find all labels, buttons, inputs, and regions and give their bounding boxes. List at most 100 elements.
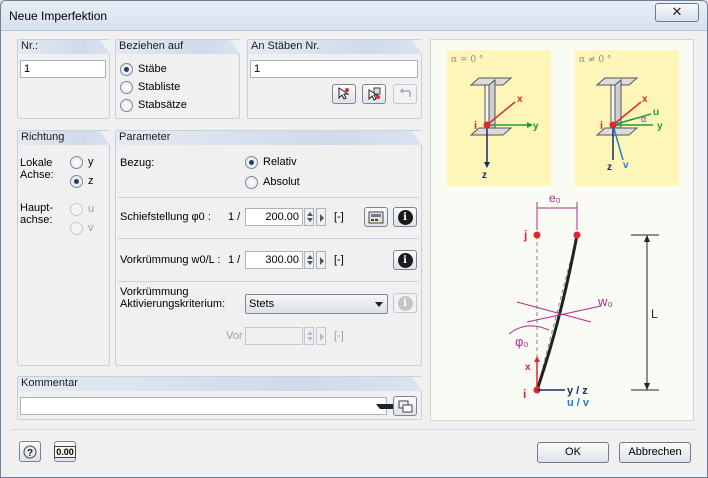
label-local-y: y [88, 156, 94, 168]
close-button[interactable]: ✕ [655, 3, 699, 22]
v-label-2: v [623, 160, 629, 171]
nr-input[interactable]: 1 [20, 60, 106, 78]
kommentar-header: Kommentar [18, 377, 422, 391]
parameter-group: Parameter Bezug: Relativ Absolut Schiefs… [115, 130, 422, 366]
library-icon [398, 400, 412, 412]
info-icon: i [397, 209, 413, 225]
radio-stabsaetze[interactable] [120, 99, 133, 112]
schief-input[interactable]: 200.00 [245, 208, 303, 226]
dialog-window: Neue Imperfektion ✕ Nr.: 1 Beziehen auf … [0, 0, 708, 478]
x-label-3: x [525, 362, 531, 373]
radio-absolut[interactable] [245, 176, 258, 189]
alpha-symbol: α [641, 114, 646, 124]
yz-label: y / z [567, 385, 588, 397]
aktivierung-value: Stets [249, 298, 275, 310]
help-button[interactable]: ? [19, 441, 41, 462]
schief-calc-button[interactable] [364, 207, 388, 227]
i-label-1: i [474, 120, 477, 132]
i-label-2: i [600, 120, 603, 132]
beziehen-group: Beziehen auf Stäbe Stabliste Stabsätze [115, 39, 240, 119]
help-icon: ? [23, 445, 37, 459]
vor-spinner[interactable] [304, 327, 314, 345]
parameter-header: Parameter [116, 131, 422, 145]
units-button[interactable]: 0.00 [54, 441, 76, 462]
radio-staebe[interactable] [120, 63, 133, 76]
radio-main-v[interactable] [70, 222, 83, 235]
radio-local-y[interactable] [70, 156, 83, 169]
phi0-label: φ₀ [515, 334, 529, 349]
vor-unit: [-] [334, 330, 344, 342]
cursor-multi-icon [368, 87, 381, 101]
title-bar: Neue Imperfektion ✕ [1, 1, 707, 31]
kommentar-group: Kommentar [17, 376, 422, 420]
undo-icon [399, 88, 411, 97]
schief-unit: [-] [334, 211, 344, 223]
cancel-button[interactable]: Abbrechen [619, 442, 691, 463]
ok-button[interactable]: OK [537, 442, 609, 463]
panel-alpha-zero [447, 50, 551, 186]
richtung-group: Richtung Lokale Achse: y z Haupt- achse:… [17, 130, 110, 366]
staebe-input[interactable]: 1 [250, 60, 418, 78]
schief-arrow[interactable] [316, 208, 326, 226]
kommentar-input[interactable] [20, 397, 387, 415]
x-label-2: x [642, 94, 648, 105]
z-label-2: z [607, 162, 612, 173]
label-absolut: Absolut [263, 176, 300, 188]
vork-arrow[interactable] [316, 251, 326, 269]
x-label-1: x [517, 94, 523, 105]
radio-main-u[interactable] [70, 203, 83, 216]
units-icon: 0.00 [54, 445, 76, 458]
akt-info-button[interactable]: i [393, 293, 417, 313]
info-icon: i [397, 295, 413, 311]
L-label: L [651, 307, 658, 321]
label-stabliste: Stabliste [138, 81, 181, 93]
undo-selection-button[interactable] [393, 84, 417, 104]
i-label-3: i [523, 387, 526, 401]
staebe-group: An Stäben Nr. 1 [247, 39, 422, 119]
schief-label: Schiefstellung φ0 : [120, 211, 211, 223]
vork-input[interactable]: 300.00 [245, 251, 303, 269]
label-relativ: Relativ [263, 156, 297, 168]
alpha-nonzero-label: α ≠ 0 ° [579, 55, 611, 65]
beziehen-header: Beziehen auf [116, 40, 240, 54]
vor-arrow[interactable] [316, 327, 326, 345]
w0-label: w₀ [597, 294, 613, 309]
chevron-down-icon [375, 302, 383, 307]
vork-info-button[interactable]: i [393, 250, 417, 270]
vork-label: Vorkrümmung w0/L : [120, 254, 221, 266]
vor-label: Vor [226, 330, 243, 342]
pick-multiple-button[interactable] [362, 84, 386, 104]
radio-stabliste[interactable] [120, 81, 133, 94]
bezug-label: Bezug: [120, 157, 155, 169]
radio-relativ[interactable] [245, 156, 258, 169]
pick-member-button[interactable] [332, 84, 356, 104]
window-title: Neue Imperfektion [9, 9, 108, 23]
nr-header: Nr.: [18, 40, 110, 54]
kommentar-library-button[interactable] [393, 396, 417, 416]
e0-label: e₀ [549, 191, 561, 205]
schief-info-button[interactable]: i [393, 207, 417, 227]
z-label-1: z [482, 170, 487, 181]
separator-3 [118, 281, 419, 282]
y-label-1: y [533, 121, 539, 132]
schief-spinner[interactable] [304, 208, 314, 226]
alpha-zero-label: α = 0 ° [451, 55, 483, 65]
radio-local-z[interactable] [70, 175, 83, 188]
vork-spinner[interactable] [304, 251, 314, 269]
aktivierung-select[interactable]: Stets [245, 294, 388, 314]
label-local-z: z [88, 175, 94, 187]
j-label: j [523, 228, 527, 242]
uv-label: u / v [567, 397, 590, 409]
akt-label-2: Aktivierungskriterium: [120, 298, 226, 310]
vor-input[interactable] [245, 327, 303, 345]
main-axis-label-1: Haupt- [20, 202, 54, 214]
akt-label-1: Vorkrümmung [120, 286, 189, 298]
vork-prefix: 1 / [228, 254, 241, 266]
y-label-2: y [657, 121, 663, 132]
label-main-v: v [88, 222, 94, 234]
local-axis-label-1: Lokale [20, 157, 53, 169]
separator-2 [118, 238, 419, 239]
calculator-icon [368, 211, 384, 223]
illustration-svg: α = 0 ° i x y z α ≠ 0 ° i x u y α z v e₀… [447, 50, 679, 409]
close-icon: ✕ [671, 4, 683, 19]
